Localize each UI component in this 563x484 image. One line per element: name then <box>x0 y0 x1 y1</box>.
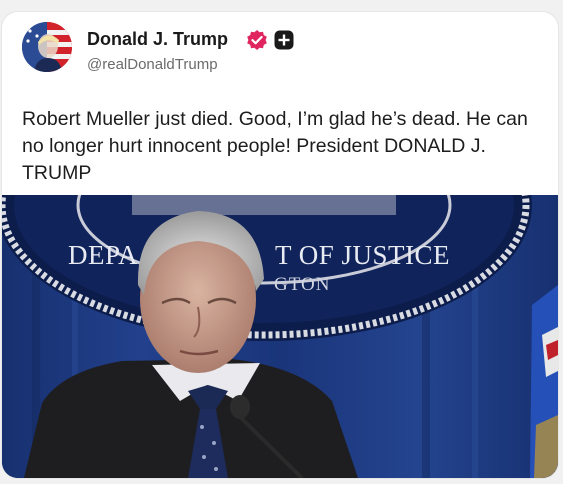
plus-square-icon[interactable] <box>274 30 294 50</box>
avatar[interactable] <box>22 22 72 72</box>
post-card: Donald J. Trump @realDonaldTrump Robert … <box>2 12 558 478</box>
verified-badge-icon <box>247 30 267 50</box>
user-handle[interactable]: @realDonaldTrump <box>87 56 218 73</box>
seal-text-right: T OF JUSTICE <box>275 240 450 270</box>
seal-subtext: GTON <box>274 274 330 295</box>
post-text: Robert Mueller just died. Good, I’m glad… <box>22 108 528 184</box>
display-name[interactable]: Donald J. Trump <box>87 29 228 50</box>
post-media-image[interactable]: DEPA T OF JUSTICE GTON <box>2 195 558 478</box>
seal-text-left: DEPA <box>68 240 138 270</box>
